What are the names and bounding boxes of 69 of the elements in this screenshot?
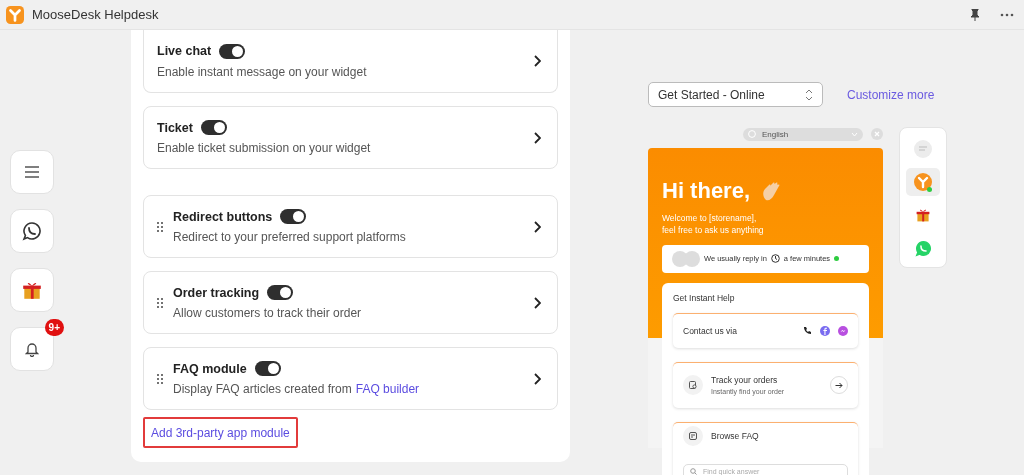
sidebar-button[interactable] (10, 268, 54, 312)
window-title: MooseDesk Helpdesk (32, 7, 160, 22)
chevron-down-icon (851, 131, 858, 137)
whatsapp-icon (914, 239, 932, 257)
contact-card[interactable]: Contact us via (673, 312, 858, 348)
globe-icon (748, 130, 756, 138)
module-card[interactable]: FAQ module Display FAQ articles created from FAQ builder (143, 347, 558, 410)
module-card[interactable]: Redirect buttons Redirect to your preferred support platforms (143, 195, 558, 258)
toggle-switch[interactable] (200, 120, 227, 135)
notification-badge: 9+ (44, 319, 64, 336)
module-description: Enable ticket submission on your widget (157, 141, 372, 155)
chevron-right-icon (533, 220, 541, 233)
module-description: Enable instant message on your widget (157, 64, 368, 79)
phone-icon[interactable] (803, 326, 812, 336)
messenger-icon[interactable] (838, 325, 848, 336)
language-select[interactable]: English (743, 127, 863, 141)
drag-handle-icon[interactable] (157, 373, 163, 384)
toggle-switch[interactable] (254, 361, 281, 376)
module-title: Order tracking (173, 285, 260, 300)
toggle-switch[interactable] (267, 285, 294, 300)
avatar (672, 250, 688, 267)
add-module-link[interactable]: Add 3rd-party app module (143, 417, 298, 448)
avatar (684, 250, 700, 267)
search-icon (690, 468, 697, 475)
gift-icon (915, 207, 931, 223)
customize-more-link[interactable]: Customize more (847, 87, 935, 102)
toggle-switch[interactable] (219, 43, 246, 59)
chevron-right-icon (533, 372, 541, 385)
moose-logo-icon (6, 5, 24, 24)
online-dot (834, 256, 840, 262)
whatsapp-icon (22, 221, 42, 241)
drag-handle-icon[interactable] (157, 221, 163, 232)
chevron-right-icon (533, 131, 541, 144)
greeting-text: Welcome to [storename], feel free to ask us anything (662, 212, 765, 237)
module-title: Live chat (157, 44, 212, 58)
drag-handle-icon[interactable] (157, 297, 163, 308)
toggle-switch[interactable] (280, 209, 307, 224)
chat-icon (914, 140, 932, 158)
arrow-button[interactable] (830, 376, 848, 395)
module-description: Allow customers to track their order (173, 306, 363, 320)
more-icon[interactable] (1000, 12, 1014, 17)
chevron-right-icon (533, 296, 541, 309)
clock-icon (770, 254, 780, 264)
bell-icon (25, 341, 39, 357)
status-select[interactable]: Get Started - Online (648, 82, 823, 107)
widget-heading: Hi there, (662, 178, 751, 204)
module-description: Display FAQ articles created from (173, 382, 352, 396)
contact-label: Contact us via (683, 325, 738, 336)
module-description: Redirect to your preferred support platforms (173, 230, 407, 244)
module-card[interactable]: Order tracking Allow customers to track their order (143, 271, 558, 334)
module-title: Ticket (157, 120, 193, 135)
module-title: FAQ module (173, 361, 247, 376)
help-title: Get Instant Help (673, 292, 736, 303)
chevron-right-icon (533, 55, 541, 67)
arrow-right-icon (835, 381, 843, 389)
menu-icon (24, 166, 40, 178)
module-card[interactable]: Live chat Enable instant message on your widget (143, 30, 558, 93)
sidebar-button[interactable] (10, 209, 54, 253)
facebook-icon[interactable] (820, 325, 830, 336)
receipt-search-icon (688, 380, 698, 391)
note-icon (688, 430, 698, 441)
faq-title: Browse FAQ (711, 430, 759, 441)
faq-builder-link[interactable]: FAQ builder (355, 382, 420, 396)
module-title: Redirect buttons (173, 209, 273, 224)
moose-logo-icon (914, 173, 932, 191)
module-card[interactable]: Ticket Enable ticket submission on your widget (143, 106, 558, 169)
sort-caret-icon (805, 88, 813, 101)
pin-icon[interactable] (970, 8, 980, 21)
track-title: Track your orders (711, 375, 779, 386)
